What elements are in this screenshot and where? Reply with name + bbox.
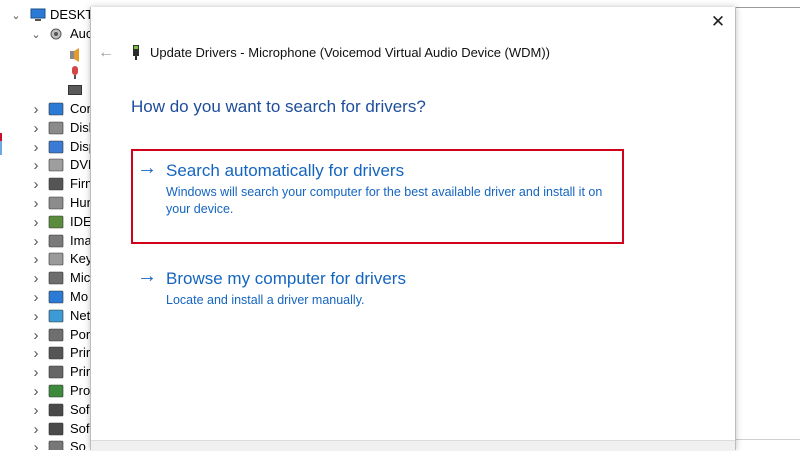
tree-item-label: Cor (70, 101, 90, 116)
tree-root-label: DESKTO (50, 7, 90, 22)
chevron-right-icon[interactable]: › (30, 175, 42, 194)
disk-drive-icon (48, 121, 64, 135)
chevron-right-icon[interactable]: › (30, 401, 42, 420)
print-queue-icon (48, 347, 64, 360)
option-title: Search automatically for drivers (166, 161, 405, 180)
back-arrow-icon: ← (98, 44, 114, 61)
ports-icon (48, 328, 64, 341)
dvd-drive-icon (48, 159, 64, 172)
chevron-right-icon[interactable]: › (30, 344, 42, 363)
tree-item-label: Hur (70, 195, 90, 210)
chevron-right-icon[interactable]: › (30, 156, 42, 175)
hid-icon (48, 196, 64, 210)
selection-edge-marker (0, 141, 2, 155)
selection-edge-marker (0, 133, 2, 141)
chevron-right-icon[interactable]: › (30, 138, 42, 157)
chevron-right-icon[interactable]: › (30, 119, 42, 138)
close-button[interactable]: ✕ (708, 12, 728, 32)
chevron-right-icon[interactable]: › (30, 420, 42, 439)
network-adapter-icon (48, 309, 64, 323)
page-heading: How do you want to search for drivers? (131, 97, 426, 116)
tree-item-label: Net (70, 307, 90, 323)
back-button[interactable]: ← (96, 43, 116, 63)
ide-controller-icon (48, 215, 64, 229)
tree-item-label: Disk (70, 119, 90, 135)
tree-item-label: Pro (70, 383, 90, 398)
dialog-footer (91, 440, 735, 451)
microphone-icon (133, 45, 139, 60)
device-manager-background (735, 0, 800, 450)
chevron-right-icon[interactable]: › (30, 213, 42, 232)
option-description: Windows will search your computer for th… (166, 185, 603, 216)
search-automatically-option[interactable]: → Search automatically for drivers Windo… (131, 149, 624, 244)
display-adapter-icon (48, 140, 64, 153)
software-component-icon (48, 403, 64, 417)
chevron-down-icon[interactable]: ⌄ (10, 6, 22, 25)
tree-item-label: Mic (70, 270, 90, 286)
mouse-icon (48, 271, 64, 285)
tree-item-label: Sof (70, 401, 90, 417)
tree-item-label: Disp (70, 138, 90, 154)
chevron-right-icon[interactable]: › (30, 232, 42, 251)
divider (735, 7, 800, 8)
processor-icon (48, 384, 64, 398)
tree-item-label: IDE (70, 213, 90, 229)
divider (735, 439, 800, 440)
tree-item-label: Por (70, 326, 90, 342)
tree-item-label: Key (70, 251, 90, 267)
chevron-right-icon[interactable]: › (30, 100, 42, 119)
chevron-right-icon[interactable]: › (30, 382, 42, 401)
imaging-device-icon (48, 234, 64, 247)
right-arrow-icon: → (137, 157, 157, 179)
option-title: Browse my computer for drivers (166, 269, 406, 288)
tree-item-label: Firm (70, 176, 90, 192)
sound-icon (48, 441, 64, 450)
monitor-icon (48, 290, 64, 304)
keyboard-icon (48, 253, 64, 266)
dialog-title: Update Drivers - Microphone (Voicemod Vi… (150, 45, 551, 60)
chevron-right-icon[interactable]: › (30, 326, 42, 345)
tree-item-label: Ima (70, 232, 90, 248)
chevron-right-icon[interactable]: › (30, 438, 42, 450)
update-drivers-dialog: ✕ ← Update Drivers - Microphone (Voicemo… (90, 7, 736, 451)
chevron-right-icon[interactable]: › (30, 363, 42, 382)
tree-item-label: Mo (70, 289, 89, 304)
tree-item-label: Prir (70, 345, 90, 361)
computer-icon (30, 8, 46, 21)
tree-item-label: Prir (70, 364, 90, 380)
audio-io-icon (50, 28, 62, 40)
computer-icon (48, 102, 64, 116)
speaker-device-icon[interactable] (67, 48, 83, 62)
chevron-right-icon[interactable]: › (30, 307, 42, 326)
tree-item-label: Sof (70, 420, 90, 436)
device-tree: ⌄ DESKTO ⌄ Auc › Cor › Disk › Disp › DVD › Firm › H… (0, 0, 90, 450)
tree-item-label: Auc (70, 26, 90, 41)
right-arrow-icon: → (137, 265, 157, 287)
tree-item-label: DVD (70, 157, 90, 173)
chevron-right-icon[interactable]: › (30, 288, 42, 307)
chevron-right-icon[interactable]: › (30, 250, 42, 269)
microphone-device-icon[interactable] (67, 66, 83, 80)
chevron-right-icon[interactable]: › (30, 269, 42, 288)
option-description: Locate and install a driver manually. (166, 293, 365, 307)
browse-computer-option[interactable]: → Browse my computer for drivers Locate … (131, 265, 624, 317)
software-device-icon (48, 422, 64, 435)
chevron-down-icon[interactable]: ⌄ (30, 25, 42, 44)
tree-item-label: So (70, 439, 86, 450)
close-icon: ✕ (710, 12, 726, 31)
printer-icon (48, 365, 64, 379)
chevron-right-icon[interactable]: › (30, 194, 42, 213)
firmware-icon (48, 177, 64, 191)
monitor-device-icon[interactable] (67, 84, 83, 98)
